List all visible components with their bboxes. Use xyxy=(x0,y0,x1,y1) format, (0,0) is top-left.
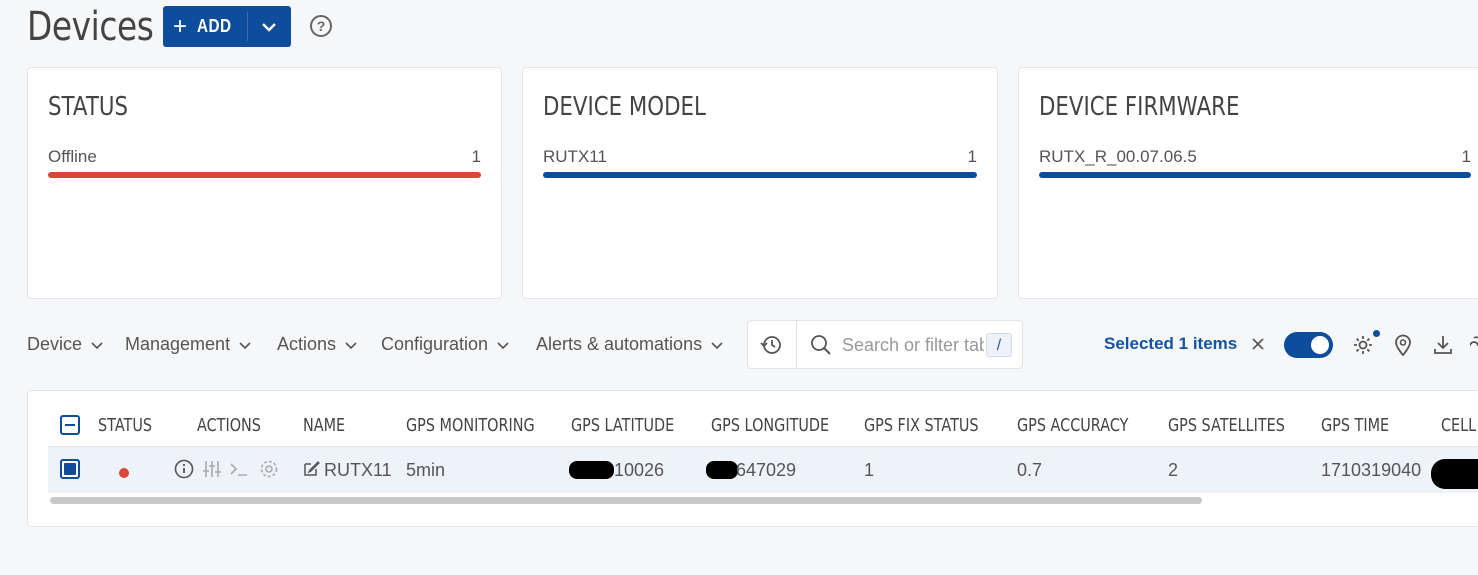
card-row[interactable]: RUTX11 1 xyxy=(543,147,977,167)
cell-gps-accuracy: 0.7 xyxy=(1017,460,1043,480)
column-header-gps-satellites[interactable]: GPS SATELLITES xyxy=(1168,415,1285,436)
menu-actions[interactable]: Actions xyxy=(277,334,358,355)
card-row[interactable]: RUTX_R_00.07.06.5 1 xyxy=(1039,147,1471,167)
toggle-knob xyxy=(1311,336,1329,354)
search-box: / xyxy=(747,320,1023,369)
chevron-down-icon xyxy=(497,341,509,349)
horizontal-scrollbar[interactable] xyxy=(50,497,1202,504)
search-shortcut-key: / xyxy=(986,333,1012,357)
search-input[interactable] xyxy=(842,332,984,358)
device-firmware-card: DEVICE FIRMWARE RUTX_R_00.07.06.5 1 xyxy=(1018,67,1478,299)
column-header-gps-fix-status[interactable]: GPS FIX STATUS xyxy=(864,415,979,436)
firmware-bar xyxy=(1039,172,1471,178)
search-divider xyxy=(796,321,797,368)
column-header-gps-latitude[interactable]: GPS LATITUDE xyxy=(571,415,674,436)
card-row-count: 1 xyxy=(471,147,481,166)
select-all-checkbox[interactable] xyxy=(60,415,80,435)
terminal-icon[interactable] xyxy=(229,459,249,484)
cell-gps-time: 1710319040 xyxy=(1321,460,1422,480)
card-title: DEVICE MODEL xyxy=(543,92,706,122)
settings-badge xyxy=(1373,330,1380,337)
menu-label: Actions xyxy=(277,334,337,354)
help-icon[interactable]: ? xyxy=(310,15,332,37)
menu-label: Configuration xyxy=(381,334,489,354)
card-row-label: Offline xyxy=(48,147,97,166)
cell-gps-longitude: 647029 xyxy=(736,460,797,480)
model-bar xyxy=(543,172,977,178)
cell-gps-fix-status: 1 xyxy=(864,460,875,480)
download-icon[interactable] xyxy=(1432,334,1454,361)
cell-name[interactable]: RUTX11 xyxy=(324,460,392,481)
add-button-label: ADD xyxy=(197,16,232,36)
checkbox-fill xyxy=(64,463,76,475)
card-row-label: RUTX_R_00.07.06.5 xyxy=(1039,147,1197,166)
menu-label: Device xyxy=(27,334,83,354)
menu-device[interactable]: Device xyxy=(27,334,104,355)
chevron-down-icon xyxy=(711,341,723,349)
card-title: DEVICE FIRMWARE xyxy=(1039,92,1240,122)
page-title: Devices xyxy=(27,4,154,50)
map-pin-icon[interactable] xyxy=(1393,334,1413,361)
chevron-down-icon[interactable] xyxy=(260,18,278,41)
redaction-mark xyxy=(569,461,614,479)
selected-count: Selected 1 items xyxy=(1104,334,1238,353)
menu-label: Alerts & automations xyxy=(536,334,703,354)
search-icon xyxy=(810,334,832,361)
chevron-down-icon xyxy=(91,341,103,349)
row-checkbox[interactable] xyxy=(60,459,80,479)
column-header-gps-monitoring[interactable]: GPS MONITORING xyxy=(406,415,535,436)
column-header-actions[interactable]: ACTIONS xyxy=(197,415,261,436)
column-header-cell[interactable]: CELL xyxy=(1441,415,1476,436)
menu-alerts-automations[interactable]: Alerts & automations xyxy=(536,334,724,355)
gear-icon[interactable] xyxy=(1352,334,1374,361)
card-row-label: RUTX11 xyxy=(543,147,607,166)
close-icon[interactable] xyxy=(1251,337,1265,356)
gear-icon[interactable] xyxy=(259,459,279,484)
cell-gps-monitoring: 5min xyxy=(406,460,446,480)
cell-gps-satellites: 2 xyxy=(1168,460,1179,480)
card-row-count: 1 xyxy=(1461,147,1471,166)
more-icon[interactable] xyxy=(1469,334,1478,361)
column-header-gps-longitude[interactable]: GPS LONGITUDE xyxy=(711,415,829,436)
redaction-mark xyxy=(1431,459,1478,489)
status-card: STATUS Offline 1 xyxy=(27,67,502,299)
redaction-mark xyxy=(706,461,738,479)
checkbox-minus xyxy=(65,424,75,426)
status-offline-dot xyxy=(119,468,129,478)
devices-table: STATUS ACTIONS NAME GPS MONITORING GPS L… xyxy=(27,390,1478,527)
chevron-down-icon xyxy=(239,341,251,349)
history-icon[interactable] xyxy=(760,334,782,361)
edit-icon[interactable] xyxy=(303,460,320,482)
menu-configuration[interactable]: Configuration xyxy=(381,334,510,355)
cell-gps-latitude: 10026 xyxy=(614,460,665,480)
plus-icon: + xyxy=(173,12,188,40)
status-bar xyxy=(48,172,481,178)
column-header-status[interactable]: STATUS xyxy=(98,415,152,436)
menu-label: Management xyxy=(125,334,231,354)
menu-management[interactable]: Management xyxy=(125,334,252,355)
column-header-gps-accuracy[interactable]: GPS ACCURACY xyxy=(1017,415,1128,436)
chevron-down-icon xyxy=(345,341,357,349)
column-header-name[interactable]: NAME xyxy=(303,415,345,436)
device-model-card: DEVICE MODEL RUTX11 1 xyxy=(522,67,998,299)
sliders-icon[interactable] xyxy=(202,459,222,484)
add-device-button[interactable]: + ADD xyxy=(163,6,291,47)
info-icon[interactable] xyxy=(174,459,194,484)
column-header-gps-time[interactable]: GPS TIME xyxy=(1321,415,1389,436)
add-button-divider xyxy=(247,12,248,41)
card-row[interactable]: Offline 1 xyxy=(48,147,481,167)
selection-toggle[interactable] xyxy=(1284,332,1333,358)
card-row-count: 1 xyxy=(967,147,977,166)
card-title: STATUS xyxy=(48,92,129,122)
